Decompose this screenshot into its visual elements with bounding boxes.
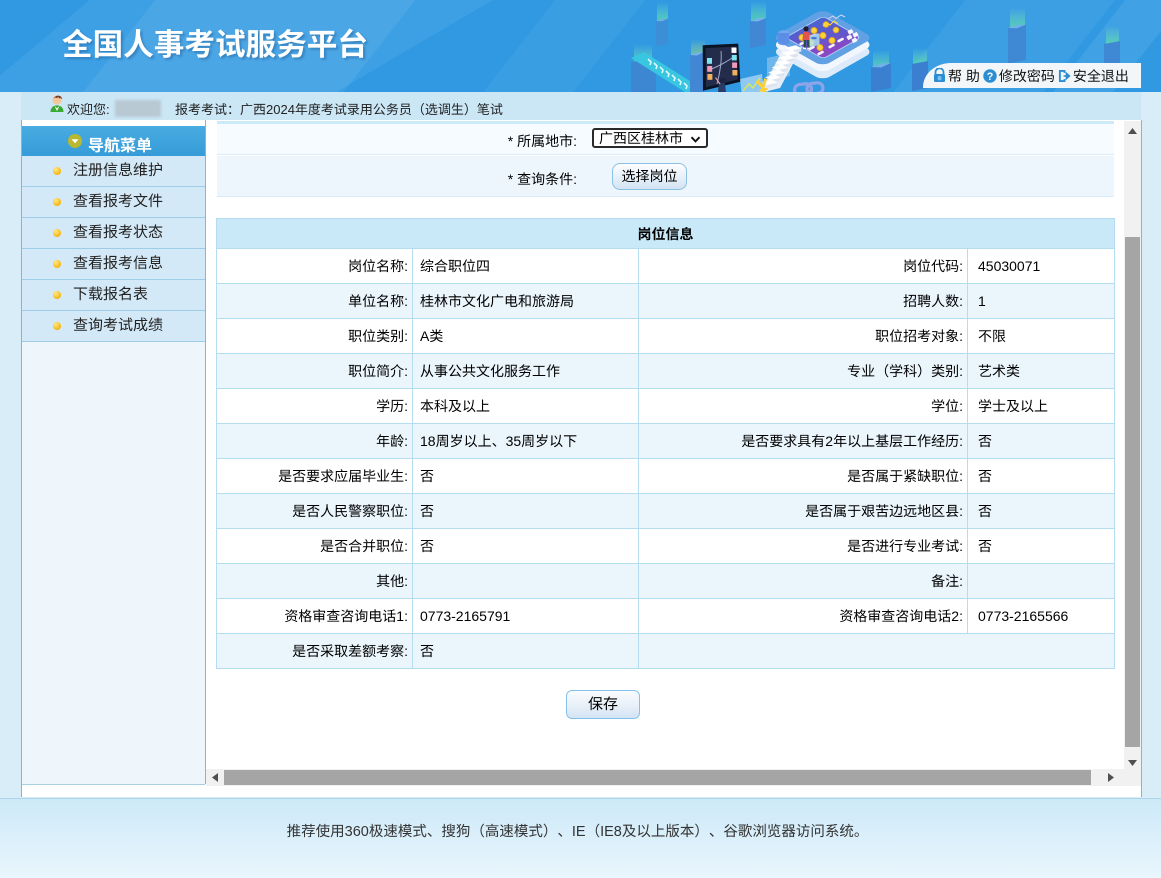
svg-text:?: ? [987,71,994,83]
